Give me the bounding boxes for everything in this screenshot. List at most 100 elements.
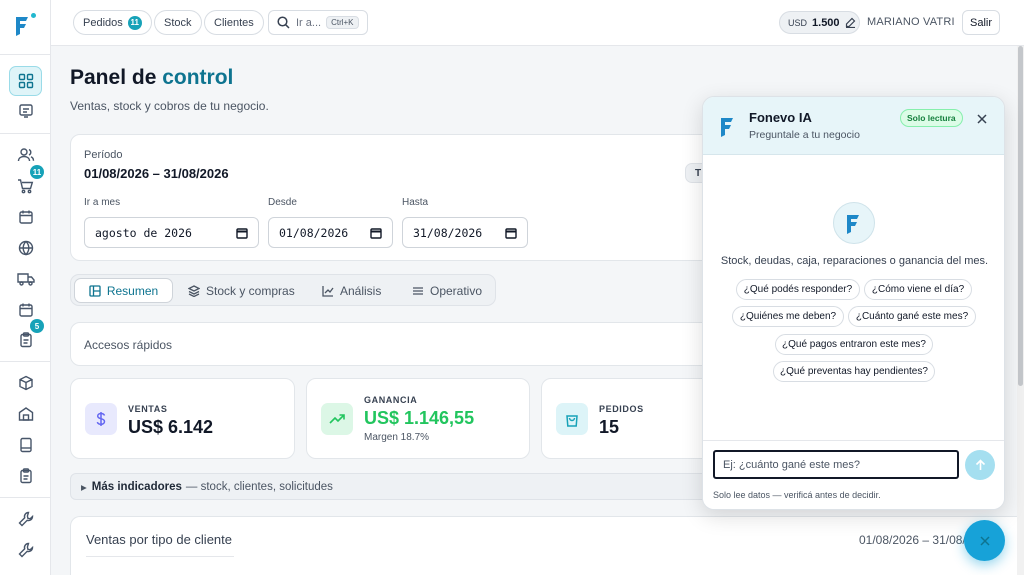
assistant-name: Fonevo IA <box>749 110 812 125</box>
stock-label: Stock <box>164 16 192 29</box>
assistant-footer: Ej: ¿cuánto gané este mes? Solo lee dato… <box>703 440 1004 509</box>
tab-operativo[interactable]: Operativo <box>412 278 482 303</box>
suggestion-chip[interactable]: ¿Qué preventas hay pendientes? <box>773 361 935 382</box>
top-bar: Pedidos 11 Stock Clientes Ir a... Ctrl+K … <box>51 0 1024 46</box>
clipboard-icon[interactable] <box>9 461 42 491</box>
suggestion-chip[interactable]: ¿Cuánto gané este mes? <box>848 306 976 327</box>
wrench-icon[interactable] <box>9 504 42 534</box>
kpi-sales-value: US$ 6.142 <box>128 417 214 437</box>
shopping-bag-icon <box>556 403 588 435</box>
kpi-orders-value: 15 <box>599 417 620 437</box>
clients-label: Clientes <box>214 16 254 29</box>
warehouse-icon[interactable] <box>9 399 42 429</box>
send-button[interactable] <box>965 450 995 480</box>
assistant-tagline: Preguntale a tu negocio <box>749 129 860 141</box>
truck-icon[interactable] <box>9 264 42 294</box>
kpi-sales-card: VENTAS US$ 6.142 <box>70 378 295 459</box>
layout-icon <box>89 284 101 297</box>
more-indicators-toggle[interactable]: ▸ Más indicadores — stock, clientes, sol… <box>70 473 730 500</box>
suggestion-chip[interactable]: ¿Qué podés responder? <box>736 279 860 300</box>
currency-label: USD <box>788 17 808 28</box>
tab-analisis[interactable]: Análisis <box>322 278 381 303</box>
assistant-panel: Fonevo IA Preguntale a tu negocio Solo l… <box>702 96 1005 510</box>
tab-label: Resumen <box>106 283 159 298</box>
kpi-profit-card: GANANCIA US$ 1.146,55 Margen 18.7% <box>306 378 530 459</box>
period-value: 01/08/2026 – 31/08/2026 <box>84 166 229 181</box>
sidebar: 11 5 <box>0 0 51 575</box>
page-title: Panel de control <box>70 66 233 90</box>
trending-up-icon <box>321 403 353 435</box>
assistant-avatar <box>833 202 875 244</box>
clients-button[interactable]: Clientes <box>204 10 264 35</box>
orders-button[interactable]: Pedidos 11 <box>73 10 152 35</box>
quick-access-card[interactable]: Accesos rápidos <box>70 322 730 366</box>
scrollbar-thumb[interactable] <box>1018 46 1023 386</box>
to-value: 31/08/2026 <box>413 225 483 240</box>
search-shortcut: Ctrl+K <box>326 16 359 29</box>
wrench-icon[interactable] <box>9 535 42 565</box>
logout-button[interactable]: Salir <box>962 10 1000 35</box>
user-name: MARIANO VATRI <box>867 16 955 28</box>
kpi-sales-label: VENTAS <box>128 404 168 414</box>
from-date-input[interactable]: 01/08/2026 <box>268 217 393 248</box>
kpi-profit-label: GANANCIA <box>364 395 418 405</box>
page-subtitle: Ventas, stock y cobros de tu negocio. <box>70 99 269 113</box>
kpi-profit-margin: Margen 18.7% <box>364 432 430 443</box>
readonly-badge: Solo lectura <box>900 109 963 127</box>
go-month-label: Ir a mes <box>84 197 121 208</box>
search-icon <box>277 16 290 29</box>
month-picker[interactable]: agosto de 2026 <box>84 217 259 248</box>
tab-label: Análisis <box>340 283 382 298</box>
sales-by-type-card: Ventas por tipo de cliente 01/08/2026 – … <box>70 516 1017 575</box>
page-scrollbar[interactable] <box>1017 46 1024 575</box>
suggestion-chip[interactable]: ¿Qué pagos entraron este mes? <box>775 334 933 355</box>
orders-label: Pedidos <box>83 16 123 29</box>
cart-badge: 11 <box>30 165 44 179</box>
to-date-input[interactable]: 31/08/2026 <box>402 217 528 248</box>
kpi-orders-label: PEDIDOS <box>599 404 644 414</box>
more-indicators-title: Más indicadores <box>91 480 182 493</box>
tab-label: Operativo <box>430 283 483 298</box>
search-input[interactable]: Ir a... Ctrl+K <box>268 10 368 35</box>
calendar-icon <box>236 227 248 239</box>
receipt-icon[interactable] <box>9 96 42 126</box>
globe-icon[interactable] <box>9 233 42 263</box>
sales-by-type-title: Ventas por tipo de cliente <box>86 532 232 547</box>
dashboard-icon[interactable] <box>9 66 42 96</box>
assistant-header: Fonevo IA Preguntale a tu negocio Solo l… <box>703 97 1004 155</box>
exchange-rate-button[interactable]: USD 1.500 <box>779 11 860 34</box>
quick-access-label: Accesos rápidos <box>84 338 173 352</box>
expand-arrow-icon: ▸ <box>81 481 87 494</box>
tab-resumen[interactable]: Resumen <box>74 278 173 303</box>
calendar-icon[interactable] <box>9 202 42 232</box>
assistant-toggle-button[interactable] <box>964 520 1005 561</box>
clipboard-icon[interactable]: 5 <box>9 319 44 355</box>
suggestion-chip[interactable]: ¿Cómo viene el día? <box>864 279 972 300</box>
dollar-icon <box>85 403 117 435</box>
assistant-intro: Stock, deudas, caja, reparaciones o gana… <box>720 255 989 267</box>
title-underline <box>86 556 234 557</box>
cart-icon[interactable]: 11 <box>9 165 44 201</box>
close-icon[interactable] <box>975 112 989 126</box>
from-value: 01/08/2026 <box>279 225 349 240</box>
box-icon[interactable] <box>9 368 42 398</box>
suggestion-chip[interactable]: ¿Quiénes me deben? <box>732 306 844 327</box>
to-label: Hasta <box>402 197 429 208</box>
assistant-logo <box>718 115 738 137</box>
title-part-2: control <box>162 66 234 89</box>
period-card: Período 01/08/2026 – 31/08/2026 T Ir a m… <box>70 134 730 261</box>
close-icon <box>979 535 990 546</box>
app-logo[interactable] <box>12 13 36 37</box>
orders-count-badge: 11 <box>127 15 142 30</box>
title-part-1: Panel de <box>70 66 157 89</box>
tab-label: Stock y compras <box>206 283 295 298</box>
stock-button[interactable]: Stock <box>154 10 202 35</box>
exchange-rate-value: 1.500 <box>812 16 840 29</box>
calendar-icon <box>370 227 382 239</box>
more-indicators-detail: — stock, clientes, solicitudes <box>185 480 333 493</box>
assistant-input[interactable]: Ej: ¿cuánto gané este mes? <box>713 450 959 479</box>
search-placeholder: Ir a... <box>296 16 322 29</box>
tab-stock-compras[interactable]: Stock y compras <box>188 278 295 303</box>
tablet-icon[interactable] <box>9 430 42 460</box>
period-label: Período <box>84 149 123 161</box>
